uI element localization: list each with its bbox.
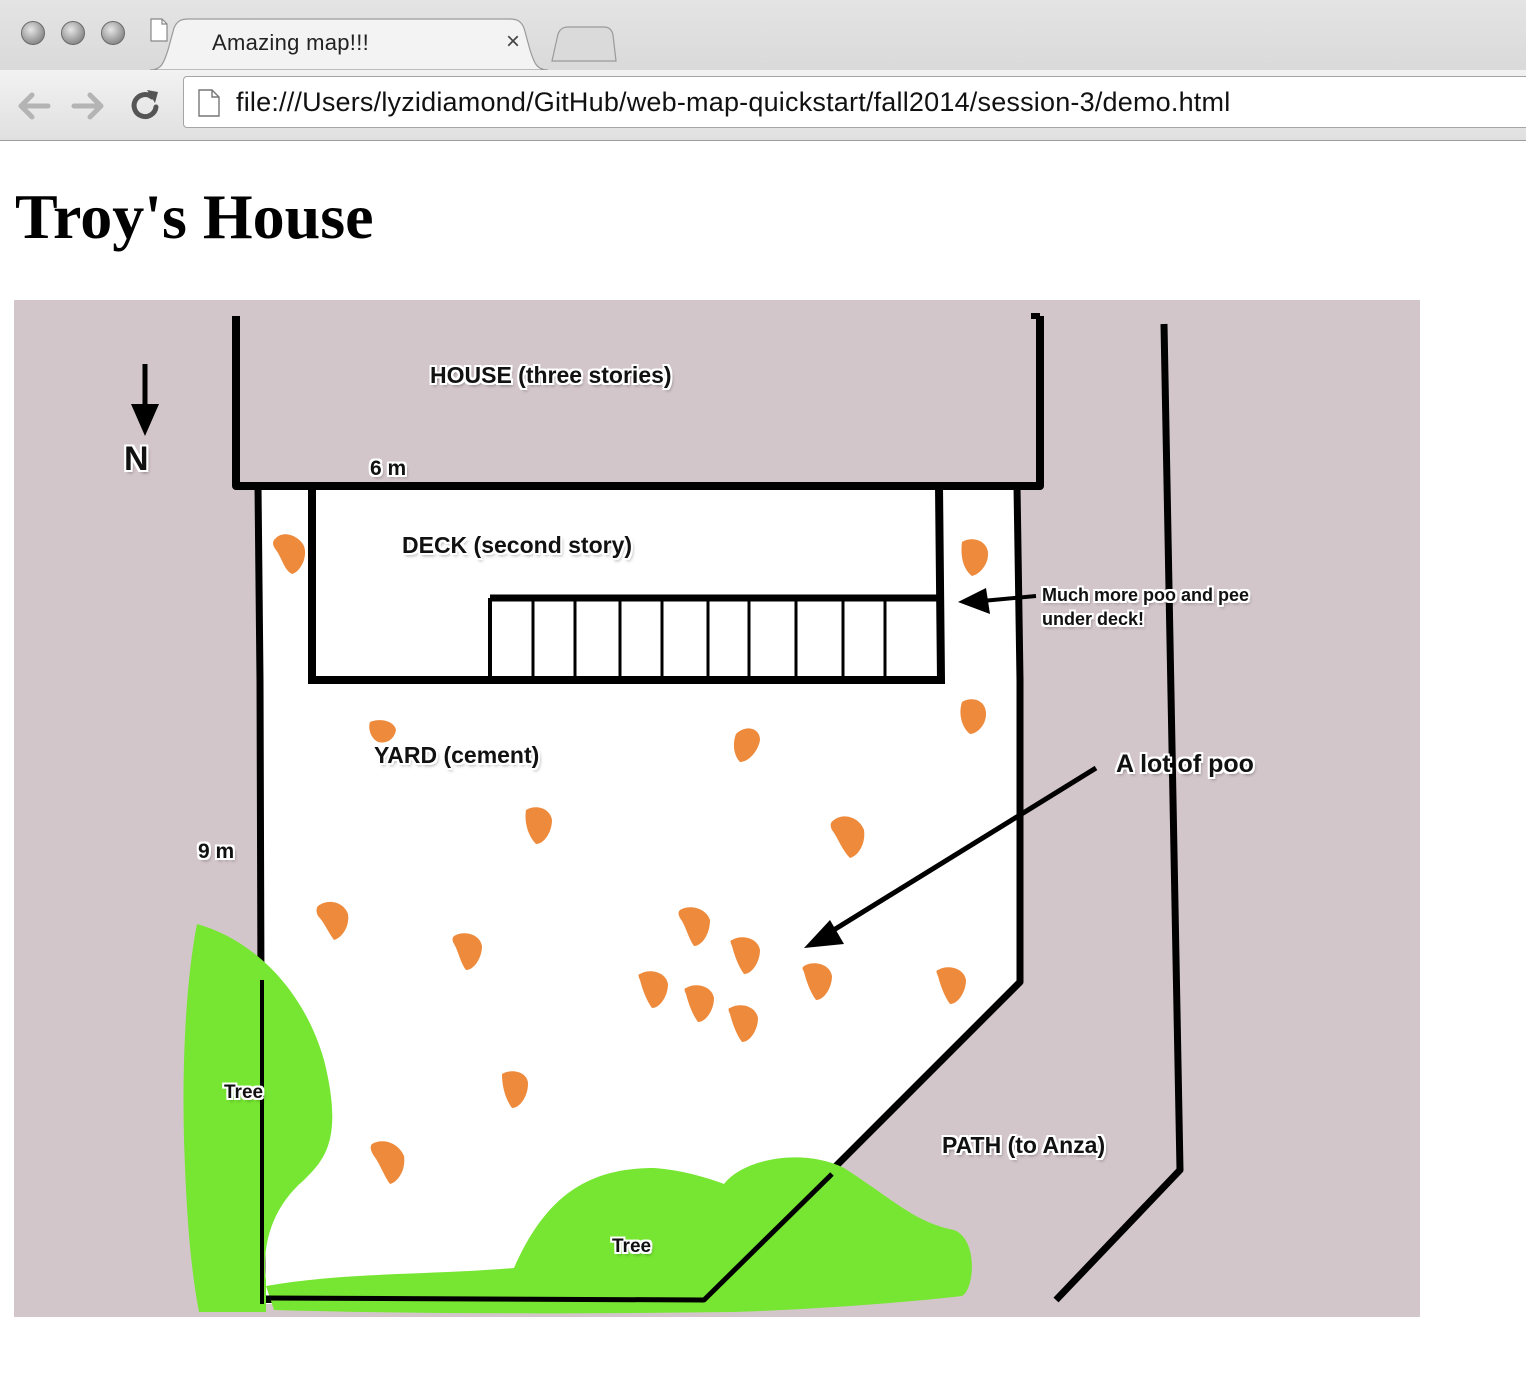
back-arrow-icon[interactable] xyxy=(14,86,54,126)
north-label: N xyxy=(124,440,149,478)
reload-icon[interactable] xyxy=(125,86,165,126)
zoom-window-button[interactable] xyxy=(101,21,125,45)
address-bar[interactable]: file:///Users/lyzidiamond/GitHub/web-map… xyxy=(183,76,1526,128)
tab-amazing-map[interactable]: Amazing map!!! × xyxy=(150,18,548,70)
new-tab-button[interactable] xyxy=(548,26,618,62)
house-map-image: N HOUSE (three stories) 6 m DECK (second… xyxy=(14,300,1420,1317)
path-label: PATH (to Anza) xyxy=(942,1132,1106,1158)
tree-left-label: Tree xyxy=(224,1082,264,1103)
browser-window-chrome: Amazing map!!! × file:///Users/lyzidiamo… xyxy=(0,0,1526,141)
url-text[interactable]: file:///Users/lyzidiamond/GitHub/web-map… xyxy=(236,87,1230,118)
forward-arrow-icon[interactable] xyxy=(68,86,108,126)
tree-bottom-label: Tree xyxy=(612,1236,652,1257)
poo-note: A lot of poo xyxy=(1116,750,1254,778)
minimize-window-button[interactable] xyxy=(61,21,85,45)
page-icon xyxy=(150,18,168,42)
close-window-button[interactable] xyxy=(21,21,45,45)
house-label: HOUSE (three stories) xyxy=(430,362,672,388)
yard-label: YARD (cement) xyxy=(374,742,540,768)
map-drawing xyxy=(131,313,1184,1314)
width-label: 6 m xyxy=(370,457,407,480)
deck-note: Much more poo and pee under deck! xyxy=(1042,585,1250,629)
file-icon xyxy=(198,89,220,117)
tab-title: Amazing map!!! xyxy=(212,30,370,55)
close-tab-icon[interactable]: × xyxy=(506,28,520,56)
height-label: 9 m xyxy=(198,840,235,863)
page-title: Troy's House xyxy=(15,181,374,252)
tab-strip: Amazing map!!! × xyxy=(0,0,1526,70)
browser-toolbar: file:///Users/lyzidiamond/GitHub/web-map… xyxy=(0,70,1526,140)
house-outline xyxy=(232,316,1044,490)
deck-label: DECK (second story) xyxy=(402,532,633,558)
